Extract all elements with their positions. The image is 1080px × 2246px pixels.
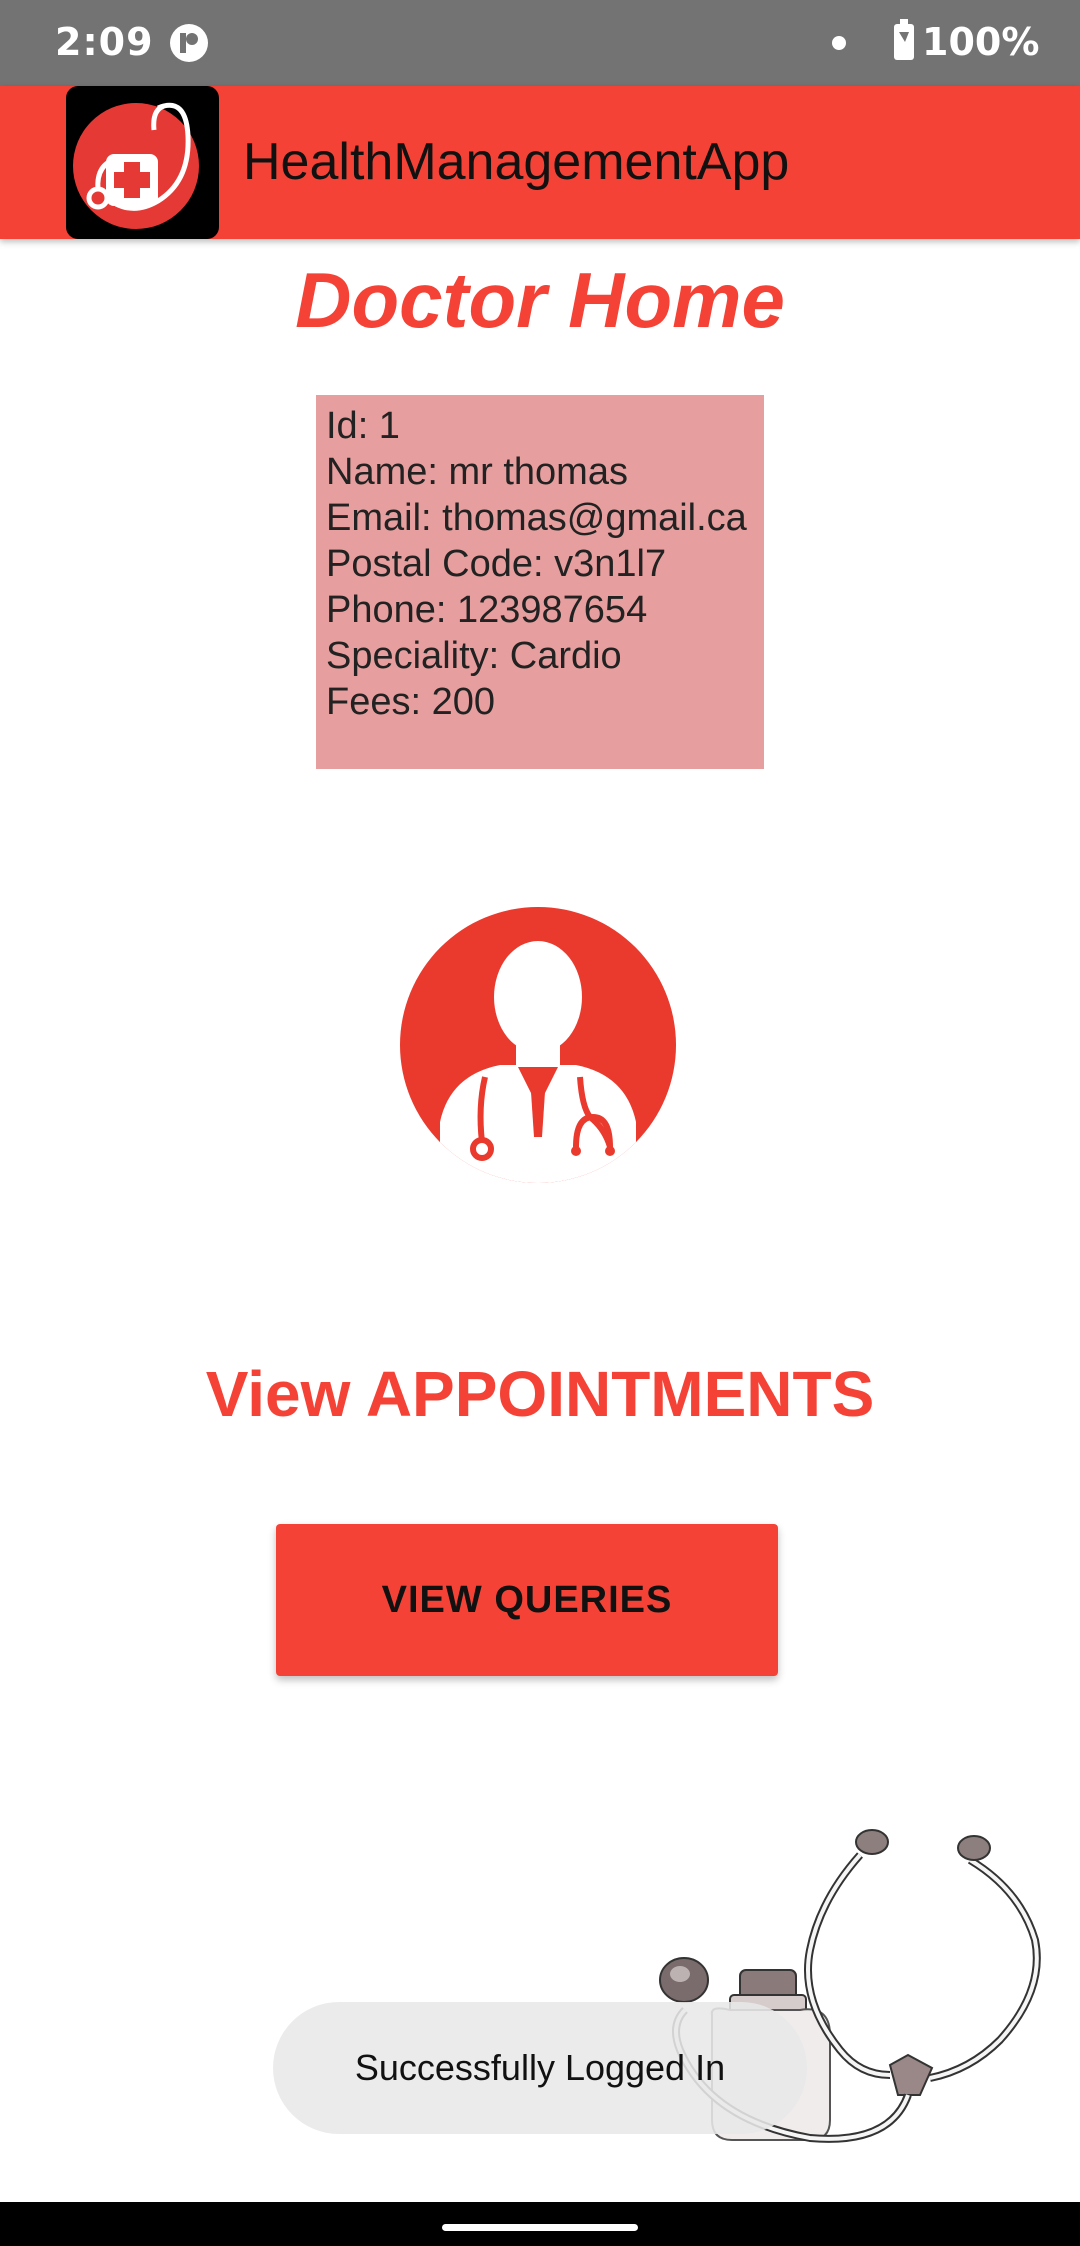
doctor-info-card: Id: 1 Name: mr thomas Email: thomas@gmai…: [316, 395, 764, 769]
app-title: HealthManagementApp: [243, 133, 790, 191]
battery-percentage: 100%: [922, 20, 1040, 64]
navigation-bar: [0, 2202, 1080, 2246]
toast-message: Successfully Logged In: [273, 2002, 807, 2134]
app-bar: HealthManagementApp: [0, 86, 1080, 239]
app-notification-icon: [170, 24, 208, 62]
doctor-email: Email: thomas@gmail.ca: [326, 497, 747, 539]
view-appointments-link[interactable]: View APPOINTMENTS: [0, 1358, 1080, 1430]
page-title: Doctor Home: [295, 256, 785, 344]
doctor-avatar-icon: [400, 907, 676, 1183]
home-gesture-handle[interactable]: [442, 2224, 638, 2231]
doctor-postal-code: Postal Code: v3n1l7: [326, 543, 667, 585]
status-time: 2:09: [55, 20, 154, 64]
view-queries-button[interactable]: VIEW QUERIES: [276, 1524, 778, 1676]
doctor-fees: Fees: 200: [326, 681, 495, 723]
doctor-id: Id: 1: [326, 405, 400, 447]
dot-icon: [832, 36, 846, 50]
app-logo-icon: [66, 86, 219, 239]
doctor-phone: Phone: 123987654: [326, 589, 648, 631]
doctor-speciality: Speciality: Cardio: [326, 635, 622, 677]
battery-charging-icon: [894, 19, 914, 60]
status-bar: 2:09 100%: [0, 0, 1080, 86]
doctor-name: Name: mr thomas: [326, 451, 628, 493]
